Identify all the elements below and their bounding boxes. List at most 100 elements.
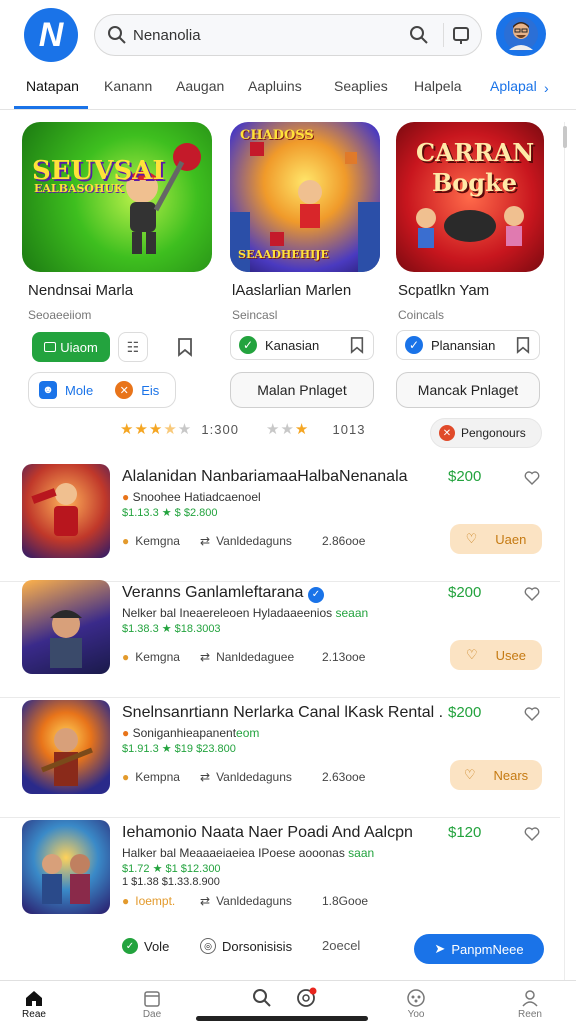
tab-4[interactable]: Seaplies xyxy=(334,78,388,94)
heart-buy-icon: ♡ xyxy=(465,531,478,546)
item-meta-label: Vanldedaguns xyxy=(216,894,292,908)
nav-you-label: Yoo xyxy=(407,1009,425,1020)
list-chip[interactable]: ☷ xyxy=(118,332,148,362)
item-price: $200 xyxy=(448,584,482,601)
nav-notifications[interactable] xyxy=(276,987,336,1009)
pengonours-chip[interactable]: ✕ Pengonours xyxy=(430,418,542,448)
user-avatar[interactable] xyxy=(496,12,546,56)
item-subtitle-text: Nelker bal Ineaereleoen Hyladaaeenios xyxy=(122,606,333,620)
search-nav-icon xyxy=(253,989,271,1007)
nav-profile[interactable]: Reen xyxy=(500,987,560,1020)
avatar-face-icon xyxy=(504,17,538,51)
item-subtitle-text: Snoohee Hatiadcaenoel xyxy=(132,490,261,504)
item-title: Alalanidan NanbariamaaHalbaNenanala xyxy=(122,468,408,485)
chip-planansian[interactable]: ✓ Planansian xyxy=(396,330,540,360)
pill-eis-label: Eis xyxy=(141,382,160,398)
nav-you[interactable]: Yoo xyxy=(386,987,446,1020)
list-item[interactable]: Iehamonio Naata Naer Poadi And Aalcpn Ha… xyxy=(0,820,560,938)
pill-mole-label: Mole xyxy=(65,382,94,398)
list-item[interactable]: Alalanidan NanbariamaaHalbaNenanala ● Sn… xyxy=(0,464,560,582)
buy-label: Usee xyxy=(495,647,526,663)
tab-3[interactable]: Aapluins xyxy=(248,78,302,94)
pengonours-label: Pengonours xyxy=(461,426,526,440)
tab-2[interactable]: Aaugan xyxy=(176,78,224,94)
nav-home[interactable]: Reae xyxy=(4,987,64,1020)
tab-6[interactable]: Aplapal xyxy=(490,78,537,94)
heart-icon[interactable] xyxy=(524,706,540,722)
item-meta-label: Kempna xyxy=(135,770,180,784)
vole-toggle[interactable]: ✓ Vole xyxy=(122,938,169,954)
check-icon: ✓ xyxy=(239,336,257,354)
nav-date[interactable]: Dae xyxy=(122,987,182,1020)
item-meta-2: ⇄ Vanldedaguns xyxy=(200,770,292,784)
eis-icon: ✕ xyxy=(115,381,134,399)
malan-pnlaget-button[interactable]: Malan Pnlaget xyxy=(230,372,374,408)
cast-icon[interactable] xyxy=(451,25,471,45)
rating-1-text: 1:300 xyxy=(201,422,239,437)
item-meta-3: 2.13ooe xyxy=(322,650,366,664)
tab-0[interactable]: Natapan xyxy=(26,78,79,94)
bookmark-icon-2[interactable] xyxy=(349,336,365,354)
featured-art-3: CARRAN Bogke xyxy=(396,122,544,272)
active-tab-indicator xyxy=(14,106,88,109)
featured-art-2: CHADOSS SEAADHEHIJE xyxy=(230,122,380,272)
calendar-icon xyxy=(144,991,160,1007)
buy-button[interactable]: ♡ Nears xyxy=(450,760,542,790)
pill-mole-eis[interactable]: ☻ Mole ✕ Eis xyxy=(28,372,176,408)
nav-profile-label: Reen xyxy=(518,1009,542,1020)
item-meta-label: Vanldedaguns xyxy=(216,534,292,548)
bookmark-icon-1[interactable] xyxy=(176,337,194,362)
item-meta-label: Vanldedaguns xyxy=(216,770,292,784)
featured-art-subtitle-1: EALBASOHUK xyxy=(34,182,124,195)
soldier-icon xyxy=(50,610,82,668)
featured-sub-2: Seincasl xyxy=(232,308,278,322)
item-meta-1: ● Kemgna xyxy=(122,534,180,548)
featured-card-3[interactable]: CARRAN Bogke Scpatlkn Yam Coincals xyxy=(396,122,544,322)
list-item[interactable]: Snelnsanrtiann Nerlarka Canal lKask Rent… xyxy=(0,700,560,818)
install-chip-1[interactable]: Uiaom xyxy=(32,332,110,362)
item-subtitle-green: saan xyxy=(348,846,375,860)
category-tabs: Natapan Kanann Aaugan Aapluins Seaplies … xyxy=(0,70,576,110)
notification-icon xyxy=(297,987,317,1007)
featured-art-subtitle-2: SEAADHEHIJE xyxy=(238,248,329,261)
item-title-text: Veranns Ganlamleftarana xyxy=(122,584,304,601)
search-submit-icon[interactable] xyxy=(409,25,429,45)
check-circle-icon: ✓ xyxy=(122,938,138,954)
item-meta-2: ⇄ Vanldedaguns xyxy=(200,534,292,548)
buy-label: Uaen xyxy=(495,531,527,547)
item-title: Veranns Ganlamleftarana ✓ xyxy=(122,584,442,603)
item-meta-3: 2.86ooe xyxy=(322,534,366,548)
scrollbar[interactable] xyxy=(562,122,568,982)
search-input[interactable]: Nenanolia xyxy=(133,27,201,44)
scroll-thumb[interactable] xyxy=(563,126,567,148)
app-logo[interactable]: N xyxy=(24,8,78,62)
list-item[interactable]: Veranns Ganlamleftarana ✓ Nelker bal Ine… xyxy=(0,580,560,698)
featured-card-1[interactable]: SEUVSAI EALBASOHUK Nendnsai Marla Seoaee… xyxy=(22,122,212,322)
item-subtitle-green: seaan xyxy=(335,606,369,620)
tab-5[interactable]: Halpela xyxy=(414,78,461,94)
chip-kanasian[interactable]: ✓ Kanasian xyxy=(230,330,374,360)
heart-icon[interactable] xyxy=(524,826,540,842)
buy-button[interactable]: ♡ Uaen xyxy=(450,524,542,554)
featured-card-2[interactable]: CHADOSS SEAADHEHIJE lAaslarlian Marlen S… xyxy=(230,122,380,322)
buy-button[interactable]: ♡ Usee xyxy=(450,640,542,670)
search-bar[interactable]: Nenanolia xyxy=(94,14,482,56)
item-stats: $1.13.3 ★ $ $2.800 xyxy=(122,507,218,519)
item-thumb-1 xyxy=(22,464,110,558)
paper-plane-icon: ➤ xyxy=(434,941,446,956)
search-divider xyxy=(443,23,444,47)
mancak-pnlaget-button[interactable]: Mancak Pnlaget xyxy=(396,372,540,408)
tab-1[interactable]: Kanann xyxy=(104,78,152,94)
primary-action-button[interactable]: ➤ PanpmNeee xyxy=(414,934,544,964)
rating-1: ★★★★★ 1:300 xyxy=(120,421,239,438)
bookmark-icon-3[interactable] xyxy=(515,336,531,354)
heart-icon[interactable] xyxy=(524,470,540,486)
item-subtitle-text: Soniganhieapanent xyxy=(132,726,237,740)
scroll-track xyxy=(564,122,565,982)
heart-buy-icon: ♡ xyxy=(465,647,478,662)
search-icon xyxy=(108,26,126,44)
chevron-right-icon[interactable]: › xyxy=(544,80,549,96)
dorsonisis-toggle[interactable]: ◎ Dorsonisisis xyxy=(200,938,292,954)
item-subtitle: ● Snoohee Hatiadcaenoel xyxy=(122,490,261,504)
heart-icon[interactable] xyxy=(524,586,540,602)
